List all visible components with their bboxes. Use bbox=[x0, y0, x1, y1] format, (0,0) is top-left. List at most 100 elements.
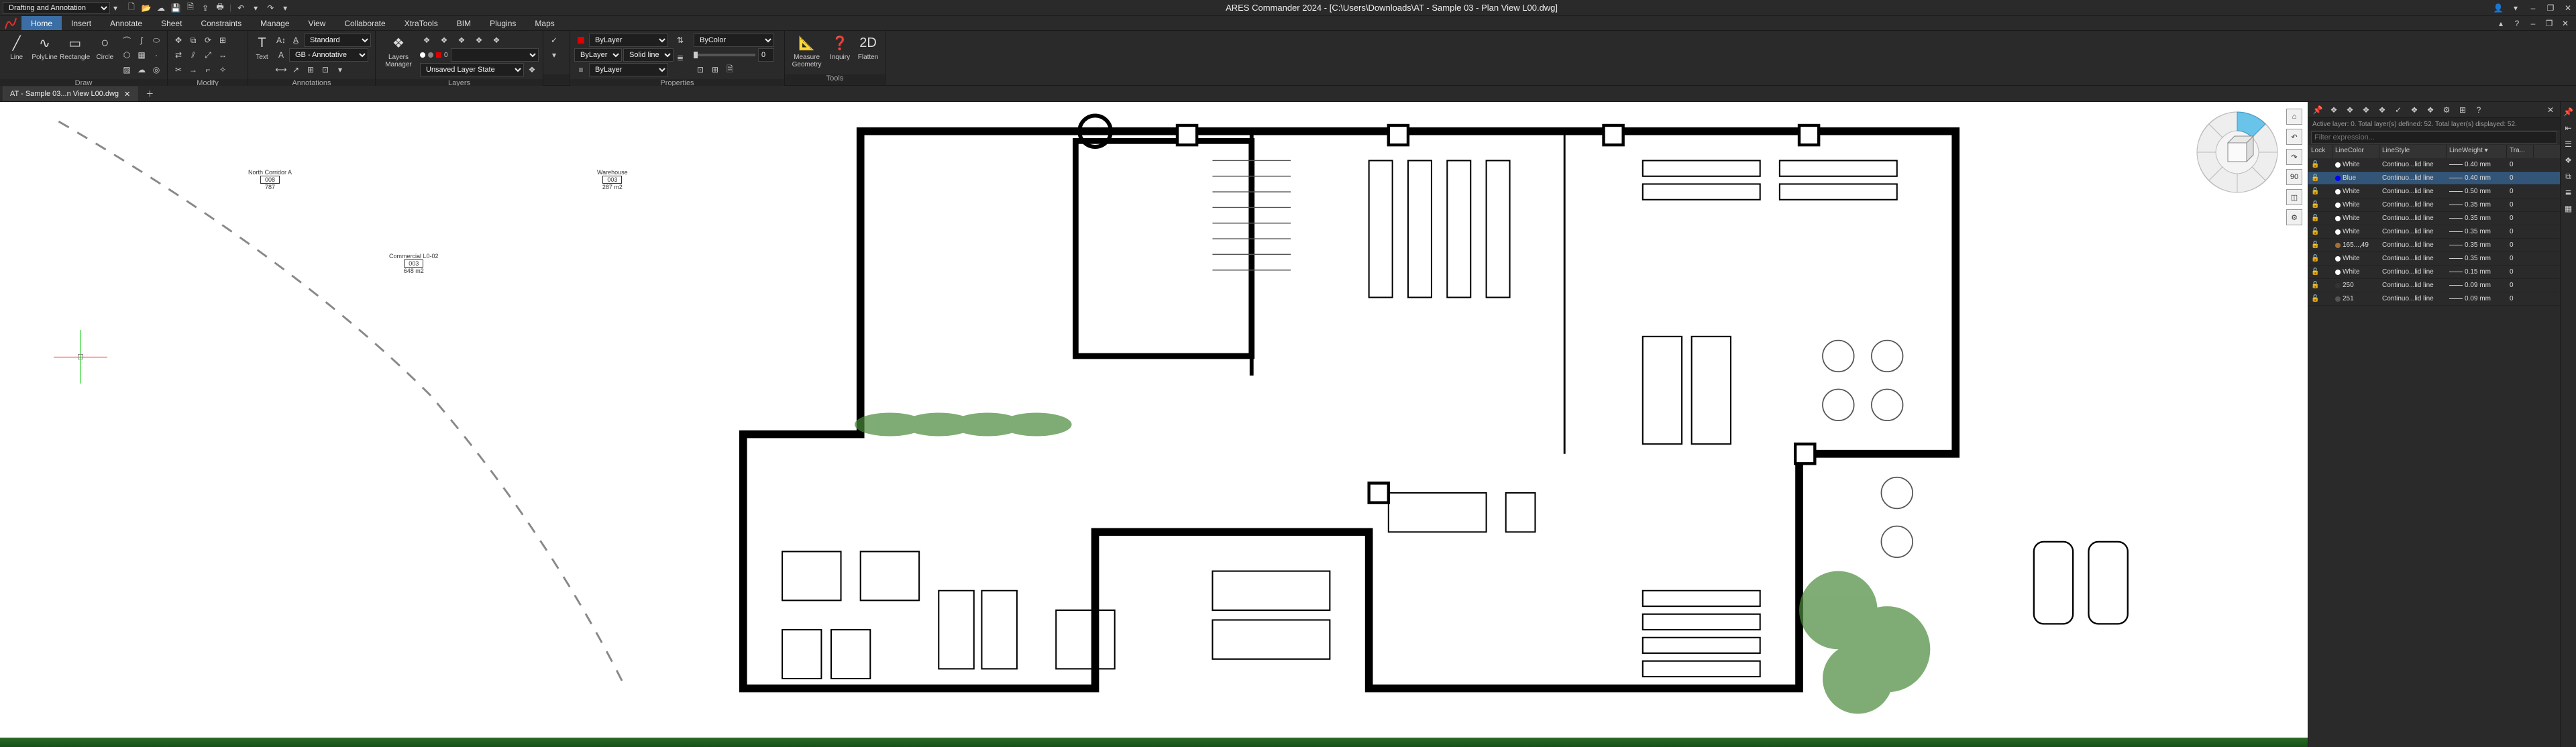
layer-combo[interactable] bbox=[451, 48, 539, 62]
transparency-value[interactable] bbox=[758, 48, 774, 62]
layer-off-icon[interactable]: ❖ bbox=[472, 34, 486, 47]
trim-icon[interactable]: ✂ bbox=[172, 63, 185, 76]
layer-iso-icon[interactable]: ❖ bbox=[420, 34, 433, 47]
lock-icon[interactable]: 🔓 bbox=[2311, 228, 2319, 235]
menu-tab-collaborate[interactable]: Collaborate bbox=[335, 16, 394, 30]
save-icon[interactable]: 💾 bbox=[170, 3, 181, 13]
layer-row[interactable]: 🔓WhiteContinuo...lid line0.35 mm0 bbox=[2308, 198, 2560, 212]
layerpanel-new-icon[interactable]: ❖ bbox=[2327, 103, 2341, 117]
lock-icon[interactable]: 🔓 bbox=[2311, 174, 2319, 182]
layerpanel-tree-icon[interactable]: ⊞ bbox=[2456, 103, 2469, 117]
color-swatch-icon[interactable] bbox=[574, 34, 588, 47]
dim-icon[interactable]: ⟷ bbox=[274, 63, 288, 76]
user-icon[interactable]: 👤 bbox=[2493, 3, 2504, 13]
document-tab-close-icon[interactable]: ✕ bbox=[124, 90, 130, 99]
menu-tab-bim[interactable]: BIM bbox=[447, 16, 480, 30]
leader-icon[interactable]: ↗ bbox=[289, 63, 303, 76]
layerpanel-settings-icon[interactable]: ⚙ bbox=[2440, 103, 2453, 117]
nav-angle[interactable]: 90 bbox=[2286, 169, 2302, 185]
layer-row[interactable]: 🔓251Continuo...lid line0.09 mm0 bbox=[2308, 292, 2560, 306]
layer-row[interactable]: 🔓WhiteContinuo...lid line0.40 mm0 bbox=[2308, 158, 2560, 172]
menu-tab-manage[interactable]: Manage bbox=[251, 16, 299, 30]
nav-home-icon[interactable]: ⌂ bbox=[2286, 109, 2302, 125]
layer-row[interactable]: 🔓WhiteContinuo...lid line0.35 mm0 bbox=[2308, 252, 2560, 266]
layerpanel-filter-icon[interactable]: ❖ bbox=[2424, 103, 2437, 117]
extend-icon[interactable]: → bbox=[186, 63, 200, 76]
stamp-icon[interactable]: ▾ bbox=[547, 48, 561, 62]
spline-tool-icon[interactable]: ∫ bbox=[135, 34, 148, 47]
layer-state-combo[interactable]: Unsaved Layer State bbox=[420, 63, 524, 76]
donut-tool-icon[interactable]: ◎ bbox=[150, 63, 163, 76]
sidestrip-layers-icon[interactable]: ❖ bbox=[2563, 154, 2575, 166]
lock-icon[interactable]: 🔓 bbox=[2311, 295, 2319, 302]
point-tool-icon[interactable]: · bbox=[150, 48, 163, 62]
sidestrip-arrow-icon[interactable]: ⇤ bbox=[2563, 122, 2575, 134]
group-icon[interactable]: ⊞ bbox=[708, 63, 722, 76]
lineweight-icon[interactable]: ≡ bbox=[574, 63, 588, 76]
flatten-tool[interactable]: 2DFlatten bbox=[855, 34, 881, 61]
undo-icon[interactable]: ↶ bbox=[235, 3, 246, 13]
lock-icon[interactable]: 🔓 bbox=[2311, 201, 2319, 209]
sidestrip-props-icon[interactable]: ☰ bbox=[2563, 138, 2575, 150]
redo-dropdown-icon[interactable]: ▾ bbox=[280, 3, 290, 13]
layer-row[interactable]: 🔓WhiteContinuo...lid line0.50 mm0 bbox=[2308, 185, 2560, 198]
layer-freeze-icon[interactable]: ❖ bbox=[437, 34, 451, 47]
layerpanel-help-icon[interactable]: ? bbox=[2472, 103, 2485, 117]
view-cube[interactable] bbox=[2194, 109, 2281, 196]
lock-icon[interactable]: 🔓 bbox=[2311, 255, 2319, 262]
menu-tab-sheet[interactable]: Sheet bbox=[152, 16, 191, 30]
rotate-icon[interactable]: ⟳ bbox=[201, 34, 215, 47]
dim-style-icon[interactable]: A bbox=[274, 48, 288, 62]
layers-manager-button[interactable]: ❖ Layers Manager bbox=[380, 34, 417, 68]
layerpanel-state-icon[interactable]: ❖ bbox=[2408, 103, 2421, 117]
menu-tab-annotate[interactable]: Annotate bbox=[101, 16, 152, 30]
workspace-dropdown-icon[interactable]: ▾ bbox=[110, 3, 121, 13]
inquiry-tool[interactable]: ❓Inquiry bbox=[827, 34, 853, 61]
cloud-open-icon[interactable]: ☁ bbox=[156, 3, 166, 13]
redo-icon[interactable]: ↷ bbox=[265, 3, 276, 13]
stretch-icon[interactable]: ↔ bbox=[216, 48, 229, 62]
ribbon-collapse-icon[interactable]: ▴ bbox=[2496, 18, 2506, 29]
lock-icon[interactable]: 🔓 bbox=[2311, 268, 2319, 276]
help-icon[interactable]: ? bbox=[2512, 18, 2522, 29]
layer-col-tra[interactable]: Tra... bbox=[2507, 145, 2534, 158]
layer-row[interactable]: 🔓250Continuo...lid line0.09 mm0 bbox=[2308, 279, 2560, 292]
undo-dropdown-icon[interactable]: ▾ bbox=[250, 3, 261, 13]
drawing-canvas[interactable]: North Corridor A 008 787 Warehouse 003 2… bbox=[0, 102, 2308, 747]
mleader-icon[interactable]: ⊡ bbox=[319, 63, 332, 76]
lock-icon[interactable]: 🔓 bbox=[2311, 241, 2319, 249]
circle-tool[interactable]: ○Circle bbox=[93, 34, 117, 61]
transparency-slider[interactable] bbox=[694, 54, 755, 56]
layerpanel-current-icon[interactable]: ❖ bbox=[2359, 103, 2373, 117]
bycolor-combo[interactable]: ByColor bbox=[694, 34, 774, 47]
layer-row[interactable]: 🔓WhiteContinuo...lid line0.15 mm0 bbox=[2308, 266, 2560, 279]
layer-lock-icon[interactable]: ❖ bbox=[455, 34, 468, 47]
doc-restore-icon[interactable]: ❐ bbox=[2545, 3, 2556, 13]
nav-ccw-icon[interactable]: ↶ bbox=[2286, 129, 2302, 145]
lock-icon[interactable]: 🔓 bbox=[2311, 282, 2319, 289]
sidestrip-pin-icon[interactable]: 📌 bbox=[2563, 106, 2575, 118]
sidestrip-blocks-icon[interactable]: ▦ bbox=[2563, 203, 2575, 215]
cloud-tool-icon[interactable]: ☁ bbox=[135, 63, 148, 76]
layer-col-lock[interactable]: Lock bbox=[2308, 145, 2332, 158]
layer-row[interactable]: 🔓BlueContinuo...lid line0.40 mm0 bbox=[2308, 172, 2560, 185]
app-logo-icon[interactable] bbox=[0, 16, 21, 30]
arc-tool-icon[interactable]: ⌒ bbox=[120, 34, 133, 47]
text-style2-icon[interactable]: A̲ bbox=[289, 34, 303, 47]
anno-more-icon[interactable]: ▾ bbox=[333, 63, 347, 76]
layerpanel-filter-input[interactable] bbox=[2311, 131, 2557, 143]
lock-icon[interactable]: 🔓 bbox=[2311, 188, 2319, 195]
mirror-icon[interactable]: ⇄ bbox=[172, 48, 185, 62]
table-icon[interactable]: ⊞ bbox=[304, 63, 317, 76]
document-tab[interactable]: AT - Sample 03...n View L00.dwg ✕ bbox=[3, 87, 138, 101]
nav-cw-icon[interactable]: ↷ bbox=[2286, 149, 2302, 165]
ellipse-tool-icon[interactable]: ⬭ bbox=[150, 34, 163, 47]
list-icon[interactable]: ⊡ bbox=[694, 63, 707, 76]
measure-tool[interactable]: 📐Measure Geometry bbox=[789, 34, 824, 68]
app-minimize-icon[interactable]: – bbox=[2528, 18, 2538, 29]
cloud-save-icon[interactable]: ⇪ bbox=[200, 3, 211, 13]
props-icon[interactable]: ≣ bbox=[674, 51, 687, 64]
workspace-selector[interactable]: Drafting and Annotation bbox=[3, 2, 110, 14]
polyline-tool[interactable]: ∿PolyLine bbox=[32, 34, 57, 61]
layer-row[interactable]: 🔓WhiteContinuo...lid line0.35 mm0 bbox=[2308, 225, 2560, 239]
